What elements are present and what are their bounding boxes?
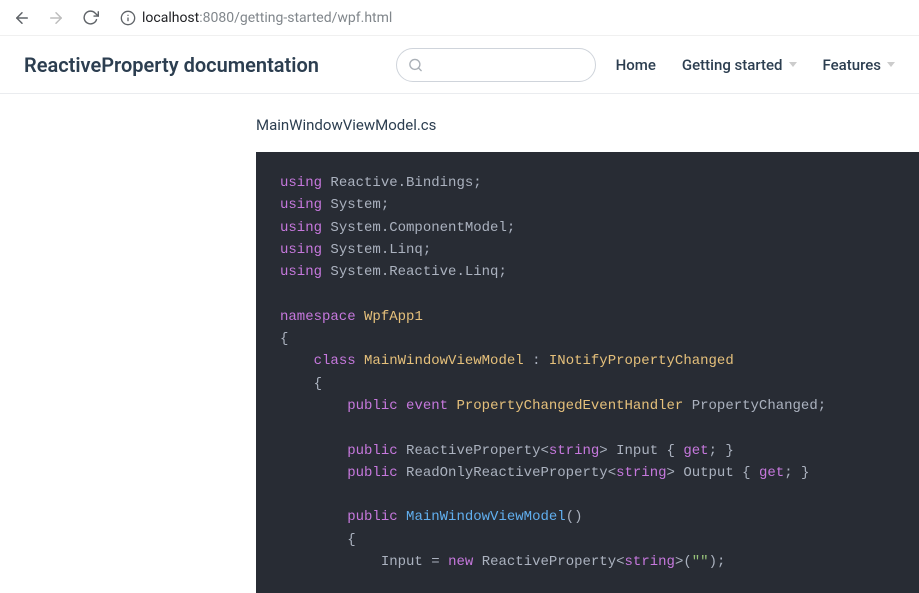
semi: ;: [381, 197, 389, 213]
lparen: (: [566, 509, 574, 525]
semi: ;: [784, 465, 792, 481]
type: PropertyChangedEventHandler: [456, 398, 683, 414]
forward-button[interactable]: [42, 4, 70, 32]
type: ReactiveProperty: [406, 443, 540, 459]
kw-get: get: [683, 443, 708, 459]
str-empty: "": [692, 554, 709, 570]
address-bar[interactable]: localhost:8080/getting-started/wpf.html: [118, 4, 394, 32]
kw-namespace: namespace: [280, 309, 356, 325]
prop: PropertyChanged: [692, 398, 818, 414]
page-content: MainWindowViewModel.cs using Reactive.Bi…: [0, 94, 919, 593]
ctor: MainWindowViewModel: [406, 509, 566, 525]
kw-class: class: [314, 353, 356, 369]
class-name: MainWindowViewModel: [364, 353, 524, 369]
semi: ;: [498, 264, 506, 280]
kw-public: public: [347, 465, 397, 481]
semi: ;: [818, 398, 826, 414]
url-host: localhost: [142, 10, 199, 26]
kw-using: using: [280, 242, 322, 258]
arrow-right-icon: [47, 9, 65, 27]
site-title[interactable]: ReactiveProperty documentation: [24, 53, 319, 77]
kw-public: public: [347, 398, 397, 414]
semi: ;: [507, 220, 515, 236]
lbrace: {: [314, 376, 322, 392]
iface: INotifyPropertyChanged: [549, 353, 734, 369]
colon: :: [532, 353, 540, 369]
url-text: localhost:8080/getting-started/wpf.html: [142, 10, 392, 26]
back-button[interactable]: [8, 4, 36, 32]
kw-get: get: [759, 465, 784, 481]
gt: >: [599, 443, 607, 459]
ns: System: [330, 197, 380, 213]
rbrace: }: [725, 443, 733, 459]
chevron-down-icon: [887, 62, 895, 67]
kw-public: public: [347, 443, 397, 459]
prop: Input: [616, 443, 658, 459]
reload-button[interactable]: [76, 4, 104, 32]
search-input[interactable]: [396, 48, 596, 82]
ns: System.Linq: [330, 242, 422, 258]
gt: >: [667, 465, 675, 481]
rparen: ): [574, 509, 582, 525]
nav-features[interactable]: Features: [823, 56, 895, 74]
ns-app: WpfApp1: [364, 309, 423, 325]
lt: <: [608, 465, 616, 481]
kw-using: using: [280, 197, 322, 213]
url-port: :8080: [199, 10, 234, 26]
lbrace: {: [667, 443, 675, 459]
info-icon: [120, 10, 136, 26]
nav-getting-started[interactable]: Getting started: [682, 56, 797, 74]
code-block[interactable]: using Reactive.Bindings; using System; u…: [256, 152, 919, 593]
semi: ;: [717, 554, 725, 570]
type: ReadOnlyReactiveProperty: [406, 465, 608, 481]
kw-event: event: [406, 398, 448, 414]
builtin-string: string: [625, 554, 675, 570]
lparen: (: [683, 554, 691, 570]
ns: System.ComponentModel: [330, 220, 506, 236]
prop: Output: [683, 465, 733, 481]
kw-using: using: [280, 264, 322, 280]
semi: ;: [423, 242, 431, 258]
rbrace: }: [801, 465, 809, 481]
lbrace: {: [280, 331, 288, 347]
ns: System.Reactive.Linq: [330, 264, 498, 280]
search-wrap: [396, 48, 596, 82]
primary-nav: Home Getting started Features: [616, 56, 895, 74]
arrow-left-icon: [13, 9, 31, 27]
chevron-down-icon: [789, 62, 797, 67]
nav-getting-started-label: Getting started: [682, 56, 783, 74]
kw-using: using: [280, 175, 322, 191]
kw-public: public: [347, 509, 397, 525]
builtin-string: string: [616, 465, 666, 481]
nav-home-label: Home: [616, 56, 656, 74]
nav-home[interactable]: Home: [616, 56, 656, 74]
lt: <: [616, 554, 624, 570]
lt: <: [540, 443, 548, 459]
builtin-string: string: [549, 443, 599, 459]
lbrace: {: [742, 465, 750, 481]
semi: ;: [473, 175, 481, 191]
url-path: /getting-started/wpf.html: [234, 10, 392, 26]
lbrace: {: [347, 532, 355, 548]
browser-chrome: localhost:8080/getting-started/wpf.html: [0, 0, 919, 36]
type: ReactiveProperty: [482, 554, 616, 570]
search-icon: [408, 57, 423, 72]
kw-using: using: [280, 220, 322, 236]
site-header: ReactiveProperty documentation Home Gett…: [0, 36, 919, 94]
eq: =: [431, 554, 439, 570]
semi: ;: [709, 443, 717, 459]
kw-new: new: [448, 554, 473, 570]
reload-icon: [82, 9, 99, 26]
nav-features-label: Features: [823, 56, 881, 74]
rparen: ): [709, 554, 717, 570]
ns: Reactive.Bindings: [330, 175, 473, 191]
code-file-label: MainWindowViewModel.cs: [256, 116, 919, 134]
assign-lhs: Input: [381, 554, 423, 570]
